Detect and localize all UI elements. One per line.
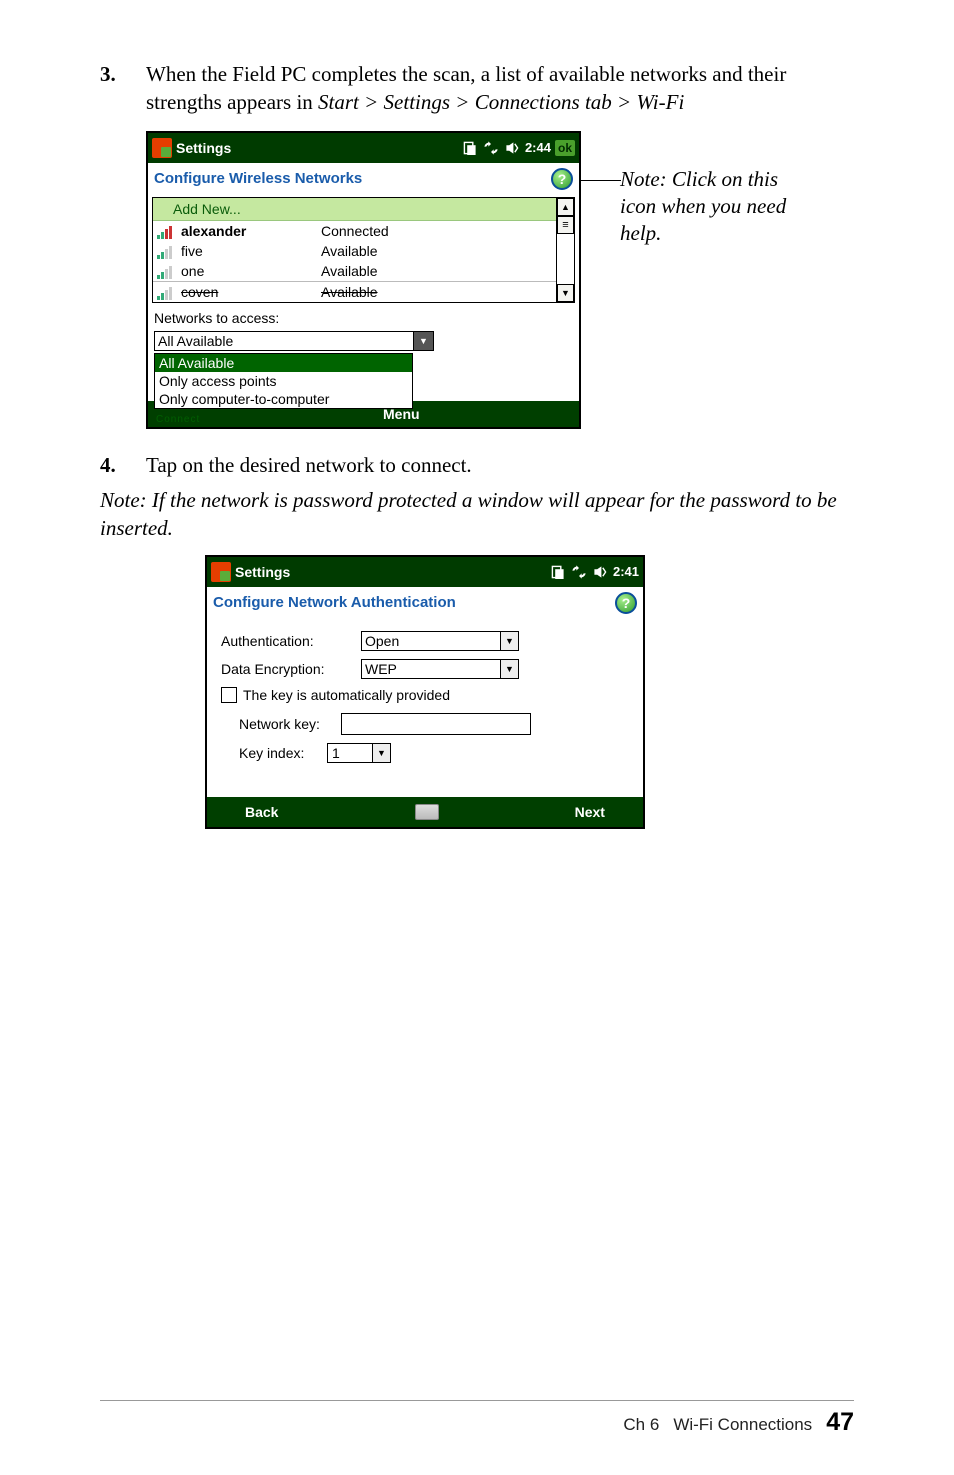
ok-button[interactable]: ok [555, 140, 575, 156]
authentication-label: Authentication: [221, 633, 361, 649]
networks-to-access-label: Networks to access: [148, 307, 579, 329]
dropdown-item[interactable]: Only access points [155, 372, 412, 390]
start-icon[interactable] [152, 138, 172, 158]
network-key-input[interactable] [341, 713, 531, 735]
network-status: Available [321, 284, 570, 300]
chevron-down-icon[interactable]: ▼ [501, 631, 519, 651]
step-3-text: When the Field PC completes the scan, a … [146, 60, 854, 117]
footer-rule [100, 1400, 854, 1401]
signal-icon [157, 223, 177, 239]
help-icon[interactable]: ? [551, 168, 573, 190]
connectivity-icon [463, 141, 477, 155]
chevron-down-icon[interactable]: ▼ [414, 331, 434, 351]
help-icon[interactable]: ? [615, 592, 637, 614]
key-index-select[interactable]: 1 ▼ [327, 743, 391, 763]
start-icon[interactable] [211, 562, 231, 582]
network-name: alexander [181, 223, 321, 239]
dropdown-item[interactable]: Only computer-to-computer [155, 390, 412, 408]
callout-line [581, 180, 621, 181]
key-index-value: 1 [327, 743, 373, 763]
signal-icon [157, 263, 177, 279]
window-title: Settings [176, 140, 463, 156]
clock-time: 2:44 [525, 140, 551, 155]
network-name: coven [181, 284, 321, 300]
dropdown-item[interactable]: All Available [155, 354, 412, 372]
add-new-item[interactable]: Add New... [153, 198, 574, 221]
network-row[interactable]: coven Available [153, 281, 574, 302]
signal-icon [157, 243, 177, 259]
speaker-icon [593, 565, 607, 579]
scroll-track [557, 234, 574, 284]
step-3-path: Start > Settings > Connections tab > Wi-… [318, 90, 684, 114]
encryption-label: Data Encryption: [221, 661, 361, 677]
network-name: five [181, 243, 321, 259]
key-index-row: Key index: 1 ▼ [221, 743, 633, 763]
authentication-row: Authentication: Open ▼ [221, 631, 633, 651]
title-bar: Settings 2:44 ok [148, 133, 579, 163]
key-index-label: Key index: [221, 745, 327, 761]
encryption-select[interactable]: WEP ▼ [361, 659, 519, 679]
connectivity-icon [551, 565, 565, 579]
page-footer: Ch 6 Wi-Fi Connections 47 [623, 1408, 854, 1437]
section-title: Configure Wireless Networks [154, 170, 551, 187]
network-name: one [181, 263, 321, 279]
networks-access-dropdown: All Available Only access points Only co… [154, 353, 413, 409]
step-4-number: 4. [100, 451, 146, 480]
scrollbar[interactable]: ▲ ≡ ▼ [556, 198, 574, 302]
password-note: Note: If the network is password protect… [100, 486, 854, 543]
scroll-thumb[interactable]: ≡ [557, 216, 574, 234]
next-button[interactable]: Next [575, 804, 605, 820]
footer-chapter: Ch 6 [623, 1415, 659, 1435]
chevron-down-icon[interactable]: ▼ [501, 659, 519, 679]
window-title: Settings [235, 564, 551, 580]
auto-key-row[interactable]: The key is automatically provided [221, 687, 633, 703]
figure-network-auth: Settings 2:41 Configure Network Authenti… [205, 555, 645, 829]
network-key-row: Network key: [221, 713, 633, 735]
networks-to-access-select[interactable]: All Available ▼ [154, 331, 573, 351]
back-button[interactable]: Back [245, 804, 278, 820]
encryption-value: WEP [361, 659, 501, 679]
network-key-label: Network key: [221, 716, 341, 732]
network-status: Available [321, 263, 570, 279]
auto-key-label: The key is automatically provided [243, 687, 450, 703]
connect-hint: Connect [156, 414, 200, 425]
authentication-value: Open [361, 631, 501, 651]
encryption-row: Data Encryption: WEP ▼ [221, 659, 633, 679]
section-header: Configure Wireless Networks ? [148, 163, 579, 195]
section-header: Configure Network Authentication ? [207, 587, 643, 619]
checkbox[interactable] [221, 687, 237, 703]
page-number: 47 [826, 1408, 854, 1437]
callout-note: Note: Click on this icon when you need h… [620, 166, 800, 248]
networks-access-value: All Available [154, 331, 414, 351]
network-list: Add New... alexander Connected five Avai… [152, 197, 575, 303]
step-4-text: Tap on the desired network to connect. [146, 451, 472, 480]
softkey-bar: Back Next [207, 797, 643, 827]
scroll-up-icon[interactable]: ▲ [557, 198, 574, 216]
speaker-icon [505, 141, 519, 155]
status-icons: 2:44 [463, 140, 551, 155]
clock-time: 2:41 [613, 564, 639, 579]
step-3: 3. When the Field PC completes the scan,… [100, 60, 854, 117]
title-bar: Settings 2:41 [207, 557, 643, 587]
sync-icon [483, 141, 499, 155]
footer-title: Wi-Fi Connections [673, 1415, 812, 1435]
signal-icon [157, 284, 177, 300]
network-status: Connected [321, 223, 570, 239]
network-row[interactable]: alexander Connected [153, 221, 574, 241]
chevron-down-icon[interactable]: ▼ [373, 743, 391, 763]
network-row[interactable]: five Available [153, 241, 574, 261]
scroll-down-icon[interactable]: ▼ [557, 284, 574, 302]
authentication-select[interactable]: Open ▼ [361, 631, 519, 651]
keyboard-icon[interactable] [415, 804, 439, 820]
figure-wireless-networks: Settings 2:44 ok Configure Wireless Netw… [146, 131, 581, 429]
step-4: 4. Tap on the desired network to connect… [100, 451, 854, 480]
status-icons: 2:41 [551, 564, 639, 579]
step-3-number: 3. [100, 60, 146, 88]
sync-icon [571, 565, 587, 579]
network-row[interactable]: one Available [153, 261, 574, 281]
network-status: Available [321, 243, 570, 259]
section-title: Configure Network Authentication [213, 594, 615, 611]
